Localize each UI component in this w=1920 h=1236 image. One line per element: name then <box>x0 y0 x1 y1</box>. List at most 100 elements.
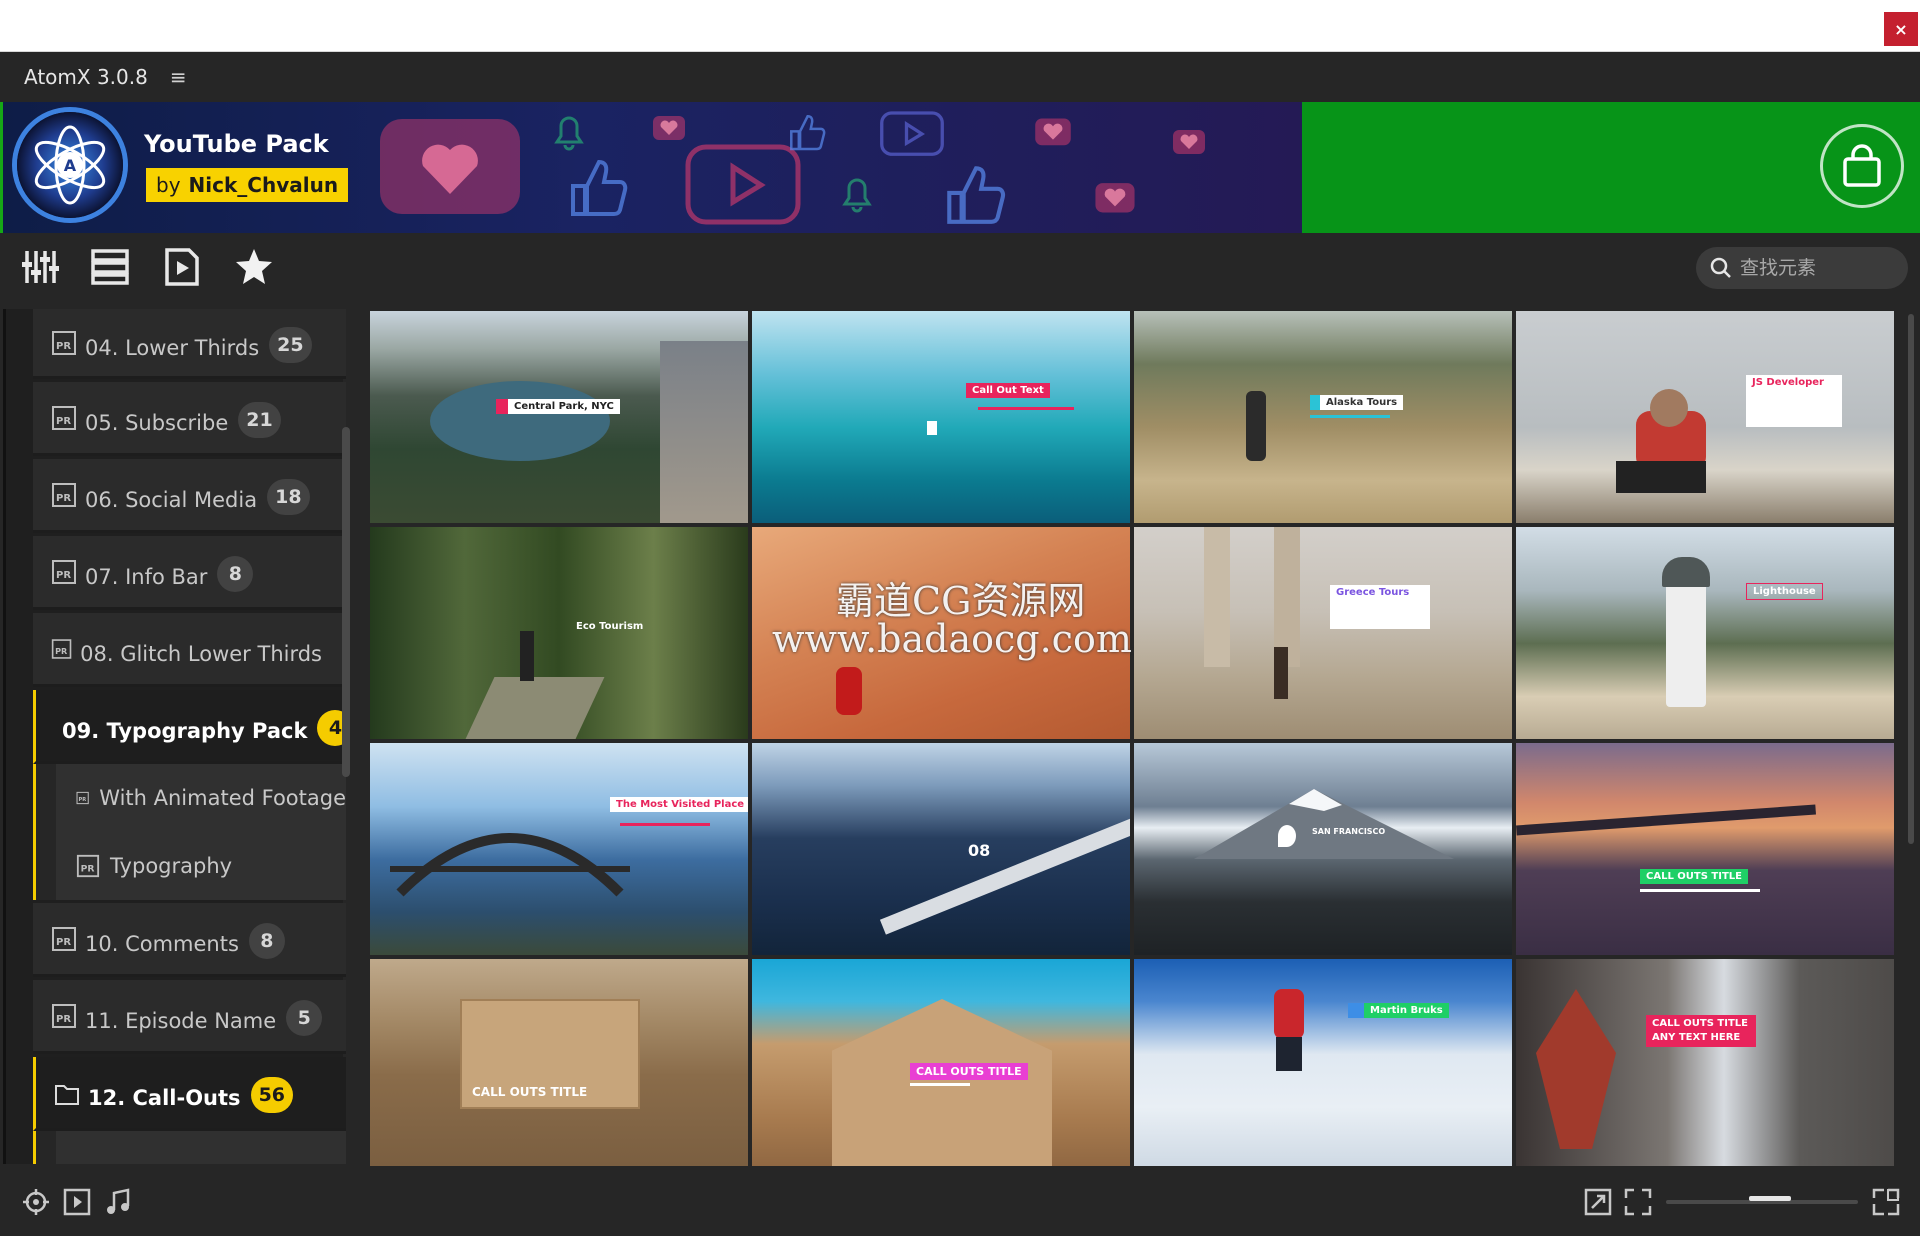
sidebar-item-glitch-lower-thirds[interactable]: PR 08. Glitch Lower Thirds <box>33 613 346 687</box>
search-box[interactable] <box>1696 247 1908 289</box>
count-badge: 8 <box>248 922 285 959</box>
thumbnail-mountain-town[interactable]: SAN FRANCISCO <box>1134 743 1512 955</box>
count-badge: 56 <box>250 1076 294 1113</box>
banner-green-panel <box>1302 102 1920 233</box>
atom-icon: A <box>34 125 106 205</box>
search-icon <box>1710 257 1731 278</box>
thumbnail-developer[interactable]: JS Developer <box>1516 311 1894 523</box>
tile-caption: CALL OUTS TITLE ANY TEXT HERE <box>1646 1015 1756 1047</box>
sidebar-subitem-label: Typography <box>110 854 233 878</box>
thumbnail-desert-fortress[interactable]: CALL OUTS TITLE <box>370 959 748 1167</box>
atomx-logo: A <box>17 112 123 218</box>
svg-text:PR: PR <box>55 645 68 655</box>
zoom-slider-handle[interactable] <box>1748 1196 1791 1201</box>
heart-small-icon-2 <box>1035 118 1071 146</box>
close-button[interactable]: × <box>1884 12 1918 46</box>
premiere-file-icon: PR <box>76 791 89 805</box>
tile-caption: Eco Tourism <box>576 621 644 632</box>
sidebar-subitem-typography[interactable]: PR Typography <box>33 832 346 900</box>
sidebar-item-label: 08. Glitch Lower Thirds <box>80 641 322 666</box>
toolbar <box>0 233 1920 301</box>
hamburger-icon[interactable]: ≡ <box>170 65 187 89</box>
author-name: Nick_Chvalun <box>188 173 339 197</box>
bell-icon <box>554 116 584 151</box>
play-bubble-icon <box>685 144 801 225</box>
thumbnail-harbour-bridge[interactable]: The Most Visited Place <box>370 743 748 955</box>
tile-caption: The Most Visited Place <box>610 797 748 812</box>
folder-open-icon <box>55 1084 79 1105</box>
heart-small-icon <box>653 116 685 140</box>
sidebar-subitem-next[interactable] <box>33 1131 346 1164</box>
app-title: AtomX 3.0.8 <box>24 65 148 89</box>
svg-text:PR: PR <box>56 341 71 352</box>
count-badge: 25 <box>269 326 312 363</box>
star-icon[interactable] <box>232 245 276 289</box>
thumbnail-old-facade[interactable]: CALL OUTS TITLE <box>752 959 1130 1167</box>
thumbnail-long-bridge[interactable]: 08 <box>752 743 1130 955</box>
tile-caption: Alaska Tours <box>1310 395 1404 410</box>
sidebar-subitem-animated-footage[interactable]: PR With Animated Footage <box>33 764 346 832</box>
app-bar: AtomX 3.0.8 ≡ <box>0 52 1920 102</box>
svg-text:A: A <box>64 156 77 175</box>
sidebar-item-subscribe[interactable]: PR 05. Subscribe 21 <box>33 382 346 456</box>
expand-icon[interactable] <box>1582 1186 1614 1218</box>
premiere-file-icon: PR <box>52 1003 76 1028</box>
sidebar-item-comments[interactable]: PR 10. Comments 8 <box>33 903 346 977</box>
play-box-icon[interactable] <box>61 1186 93 1218</box>
sidebar-item-lower-thirds[interactable]: PR 04. Lower Thirds 25 <box>33 309 346 379</box>
sidebar-scrollbar[interactable] <box>342 427 350 777</box>
premiere-file-icon: PR <box>76 854 100 878</box>
sidebar-item-typography-pack[interactable]: 09. Typography Pack 4 <box>33 690 346 764</box>
thumbnail-snow-skier[interactable]: Martin Bruks <box>1134 959 1512 1167</box>
mountain-shape <box>1194 789 1454 859</box>
thumbnail-sunset-bridge[interactable]: CALL OUTS TITLE <box>1516 743 1894 955</box>
sliders-icon[interactable] <box>18 245 62 289</box>
thumbnail-forest[interactable]: Eco Tourism <box>370 527 748 739</box>
thumbs-up-icon-2 <box>947 166 1006 224</box>
thumbnail-hiker[interactable]: Alaska Tours <box>1134 311 1512 523</box>
count-badge: 8 <box>217 555 254 592</box>
sidebar-list: PR 04. Lower Thirds 25 PR 05. Subscribe … <box>3 309 346 1164</box>
music-note-icon[interactable] <box>102 1186 134 1218</box>
count-badge: 18 <box>267 478 310 515</box>
thumbnail-ruins[interactable]: Greece Tours <box>1134 527 1512 739</box>
tile-caption: Central Park, NYC <box>496 399 620 414</box>
list-icon[interactable] <box>88 245 132 289</box>
window-titlebar: × <box>0 0 1920 52</box>
thumbnail-lighthouse[interactable]: Lighthouse <box>1516 527 1894 739</box>
bottom-toolbar <box>0 1166 1920 1236</box>
shop-button[interactable] <box>1820 124 1904 208</box>
sidebar-item-label: 11. Episode Name <box>85 1008 277 1033</box>
thumbnail-central-park[interactable]: Central Park, NYC <box>370 311 748 523</box>
heart-small-icon-4 <box>1173 130 1205 154</box>
atomx-panel: AtomX 3.0.8 ≡ A YouTube Pack by Nick_Chv… <box>0 52 1920 1236</box>
author-prefix: by <box>156 173 181 197</box>
tile-caption: Martin Bruks <box>1348 1003 1449 1018</box>
search-input[interactable] <box>1740 257 1900 279</box>
tile-caption: Call Out Text <box>966 383 1050 398</box>
grid-scrollbar[interactable] <box>1908 314 1914 844</box>
target-icon[interactable] <box>20 1186 52 1218</box>
svg-text:PR: PR <box>56 416 71 427</box>
category-sidebar: PR 04. Lower Thirds 25 PR 05. Subscribe … <box>0 309 355 1164</box>
thumbnail-street-mural[interactable]: CALL OUTS TITLE ANY TEXT HERE <box>1516 959 1894 1167</box>
video-file-icon[interactable] <box>160 245 204 289</box>
premiere-file-icon: PR <box>52 559 76 584</box>
svg-text:PR: PR <box>56 937 71 948</box>
sidebar-item-social-media[interactable]: PR 06. Social Media 18 <box>33 459 346 533</box>
sidebar-item-info-bar[interactable]: PR 07. Info Bar 8 <box>33 536 346 610</box>
thumbnail-sea[interactable]: Call Out Text <box>752 311 1130 523</box>
sidebar-item-episode-name[interactable]: PR 11. Episode Name 5 <box>33 980 346 1054</box>
fit-screen-icon[interactable] <box>1622 1186 1654 1218</box>
sidebar-item-call-outs[interactable]: 12. Call-Outs 56 <box>33 1057 346 1131</box>
premiere-file-icon: PR <box>51 638 72 659</box>
bell-icon-2 <box>842 178 872 213</box>
sidebar-item-label: 06. Social Media <box>85 487 258 512</box>
tile-caption: SAN FRANCISCO <box>1312 827 1386 836</box>
premiere-file-icon: PR <box>52 330 76 355</box>
svg-text:PR: PR <box>81 864 95 875</box>
layout-icon[interactable] <box>1870 1186 1902 1218</box>
heart-small-icon-3 <box>1095 183 1135 213</box>
tile-caption: CALL OUTS TITLE <box>1640 869 1748 884</box>
sidebar-item-label: 09. Typography Pack <box>62 718 308 743</box>
